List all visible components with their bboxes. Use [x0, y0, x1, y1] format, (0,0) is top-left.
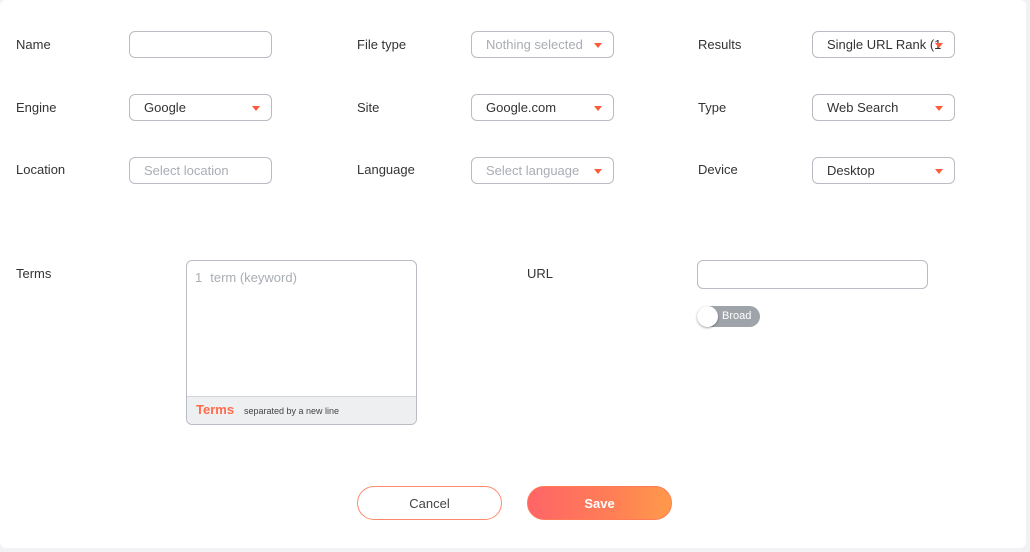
engine-value: Google — [144, 100, 186, 115]
device-label: Device — [698, 162, 738, 177]
caret-down-icon — [935, 106, 943, 111]
type-value: Web Search — [827, 100, 899, 115]
language-select[interactable]: Select language — [471, 157, 614, 184]
terms-footer: Terms separated by a new line — [187, 396, 416, 424]
cancel-button[interactable]: Cancel — [357, 486, 502, 520]
create-project-panel: Name File type Nothing selected Results … — [0, 0, 1026, 548]
url-label: URL — [527, 266, 554, 281]
terms-placeholder: term (keyword) — [210, 270, 297, 285]
location-label: Location — [16, 162, 66, 177]
location-input[interactable] — [129, 157, 272, 184]
name-label: Name — [16, 37, 51, 52]
site-value: Google.com — [486, 100, 557, 115]
type-select[interactable]: Web Search — [812, 94, 955, 121]
terms-label: Terms — [16, 266, 52, 281]
terms-footer-hint: separated by a new line — [244, 406, 340, 416]
caret-down-icon — [935, 169, 943, 174]
url-input[interactable] — [697, 260, 928, 289]
file-type-value: Nothing selected — [486, 37, 583, 52]
save-button[interactable]: Save — [527, 486, 672, 520]
engine-label: Engine — [16, 100, 57, 115]
site-label: Site — [357, 100, 380, 115]
broad-toggle[interactable]: Broad — [697, 306, 760, 327]
caret-down-icon — [935, 43, 943, 48]
line-number: 1 — [195, 270, 203, 285]
caret-down-icon — [594, 106, 602, 111]
caret-down-icon — [594, 43, 602, 48]
terms-footer-title: Terms — [196, 402, 235, 417]
results-label: Results — [698, 37, 742, 52]
type-label: Type — [698, 100, 727, 115]
caret-down-icon — [594, 169, 602, 174]
terms-first-line: 1 term (keyword) — [195, 270, 297, 285]
terms-textarea[interactable]: 1 term (keyword) Terms separated by a new… — [186, 260, 417, 425]
file-type-select[interactable]: Nothing selected — [471, 31, 614, 58]
broad-toggle-label: Broad — [722, 310, 752, 322]
device-select[interactable]: Desktop — [812, 157, 955, 184]
site-select[interactable]: Google.com — [471, 94, 614, 121]
file-type-label: File type — [357, 37, 407, 52]
language-label: Language — [357, 162, 415, 177]
results-value: Single URL Rank (1 c — [827, 37, 942, 52]
engine-select[interactable]: Google — [129, 94, 272, 121]
caret-down-icon — [252, 106, 260, 111]
device-value: Desktop — [827, 163, 875, 178]
toggle-knob — [697, 306, 718, 327]
language-value: Select language — [486, 163, 580, 178]
name-input[interactable] — [129, 31, 272, 58]
results-select[interactable]: Single URL Rank (1 c — [812, 31, 955, 58]
